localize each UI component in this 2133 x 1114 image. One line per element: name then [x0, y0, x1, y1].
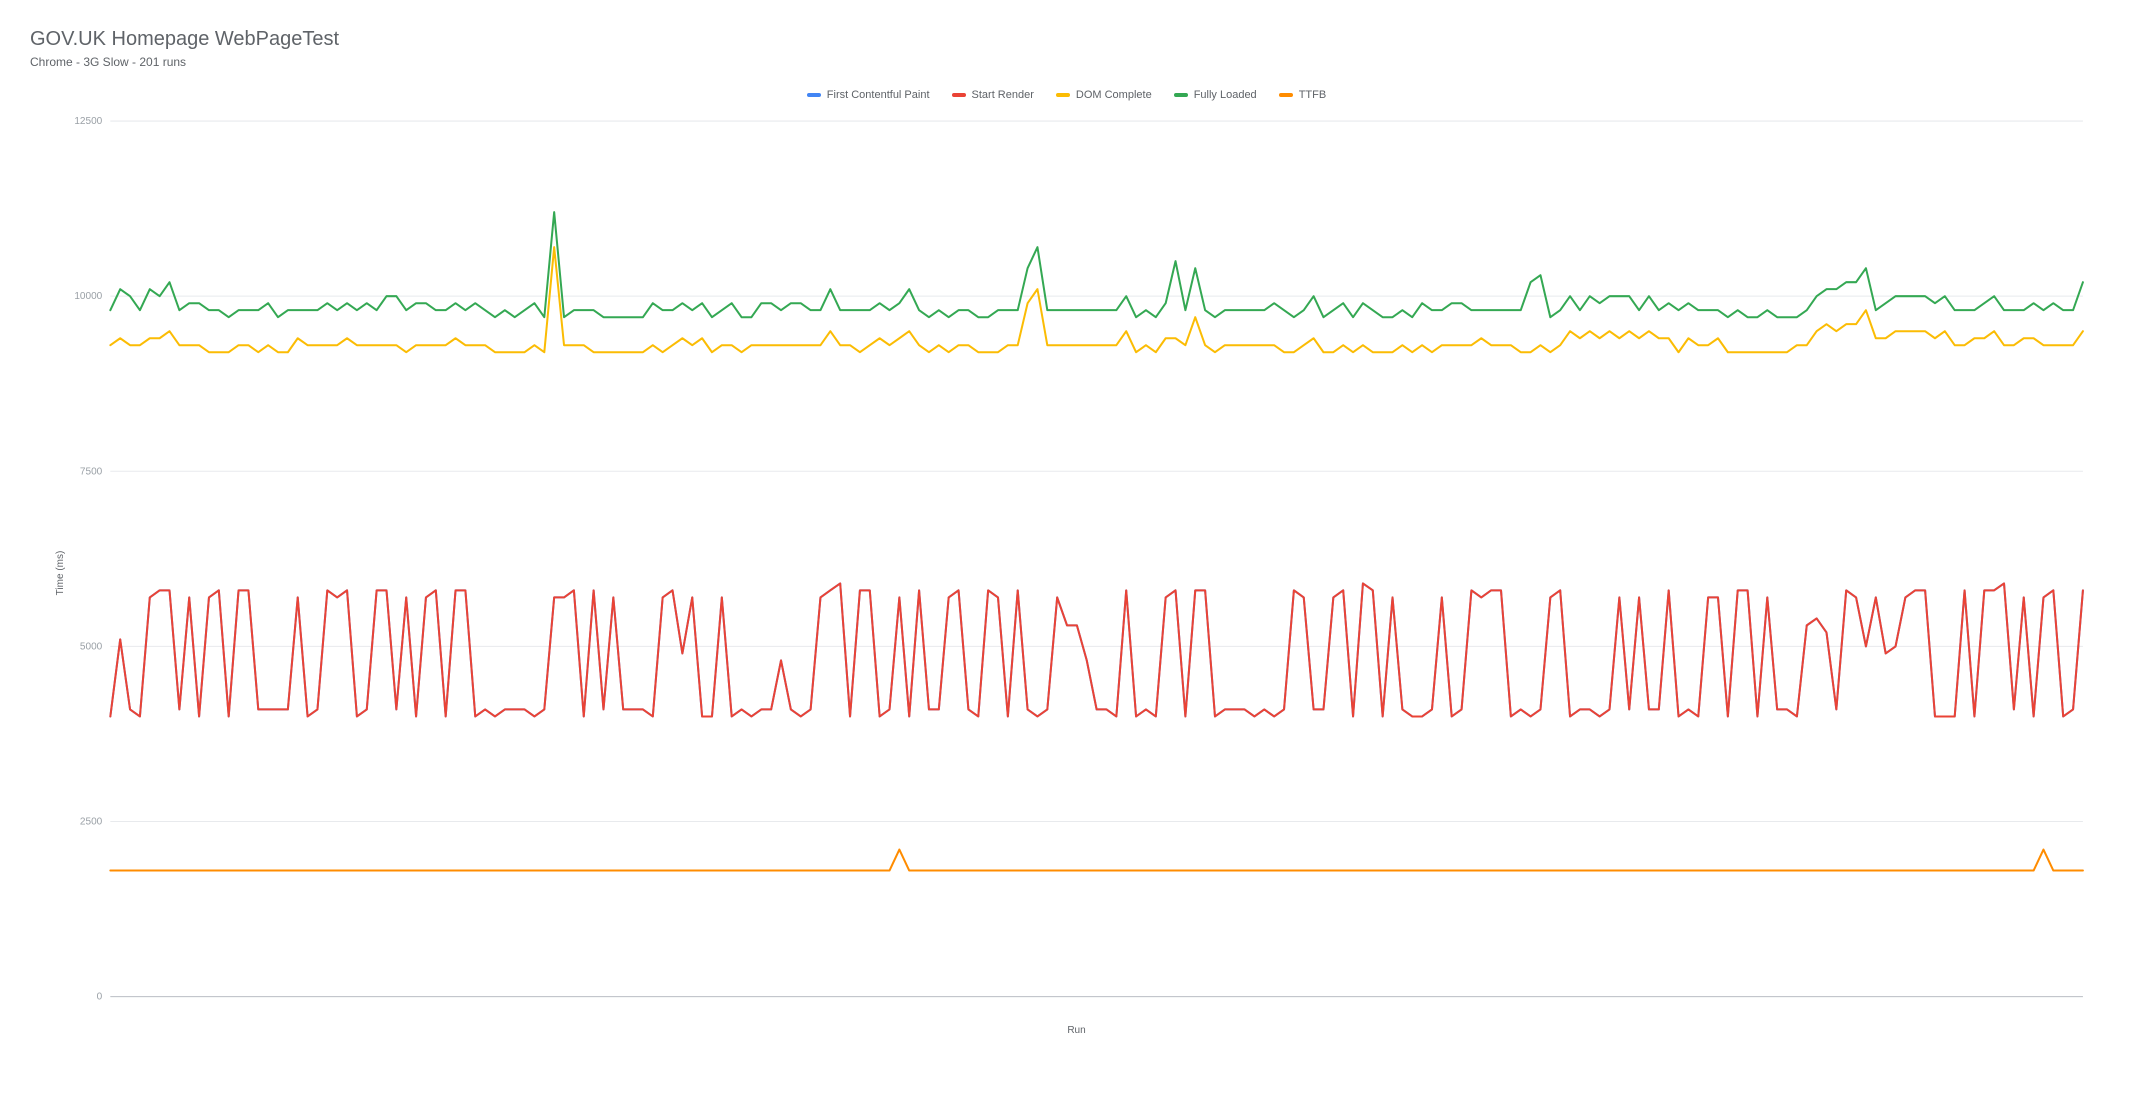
legend-swatch: [1174, 93, 1188, 97]
y-axis-label: Time (ms): [55, 551, 66, 596]
svg-text:10000: 10000: [74, 291, 102, 302]
legend-label: Start Render: [972, 89, 1034, 101]
line-chart-svg: 0 2500 5000 7500 10000 12500: [60, 111, 2093, 1017]
legend-item[interactable]: TTFB: [1279, 89, 1327, 101]
chart-page: GOV.UK Homepage WebPageTest Chrome - 3G …: [0, 0, 2133, 1056]
series-line: [110, 850, 2083, 871]
series-line: [110, 583, 2083, 716]
legend-item[interactable]: Start Render: [952, 89, 1034, 101]
series-line: [110, 247, 2083, 352]
svg-text:5000: 5000: [80, 641, 103, 652]
legend-item[interactable]: DOM Complete: [1056, 89, 1152, 101]
legend-swatch: [952, 93, 966, 97]
legend-swatch: [807, 93, 821, 97]
svg-text:12500: 12500: [74, 116, 102, 127]
legend-item[interactable]: First Contentful Paint: [807, 89, 930, 101]
chart-title: GOV.UK Homepage WebPageTest: [30, 28, 2103, 51]
chart-area: Time (ms) 02500500075001000012500 Run: [60, 111, 2093, 1036]
legend-label: Fully Loaded: [1194, 89, 1257, 101]
legend-label: DOM Complete: [1076, 89, 1152, 101]
svg-text:7500: 7500: [80, 466, 103, 477]
series-line: [110, 212, 2083, 317]
x-axis-label: Run: [60, 1025, 2093, 1036]
legend-swatch: [1279, 93, 1293, 97]
svg-text:0: 0: [97, 992, 103, 1003]
legend-item[interactable]: Fully Loaded: [1174, 89, 1257, 101]
chart-subtitle: Chrome - 3G Slow - 201 runs: [30, 55, 2103, 69]
legend-label: TTFB: [1299, 89, 1327, 101]
chart-legend: First Contentful Paint Start Render DOM Co…: [30, 89, 2103, 101]
svg-text:2500: 2500: [80, 817, 103, 828]
legend-label: First Contentful Paint: [827, 89, 930, 101]
legend-swatch: [1056, 93, 1070, 97]
